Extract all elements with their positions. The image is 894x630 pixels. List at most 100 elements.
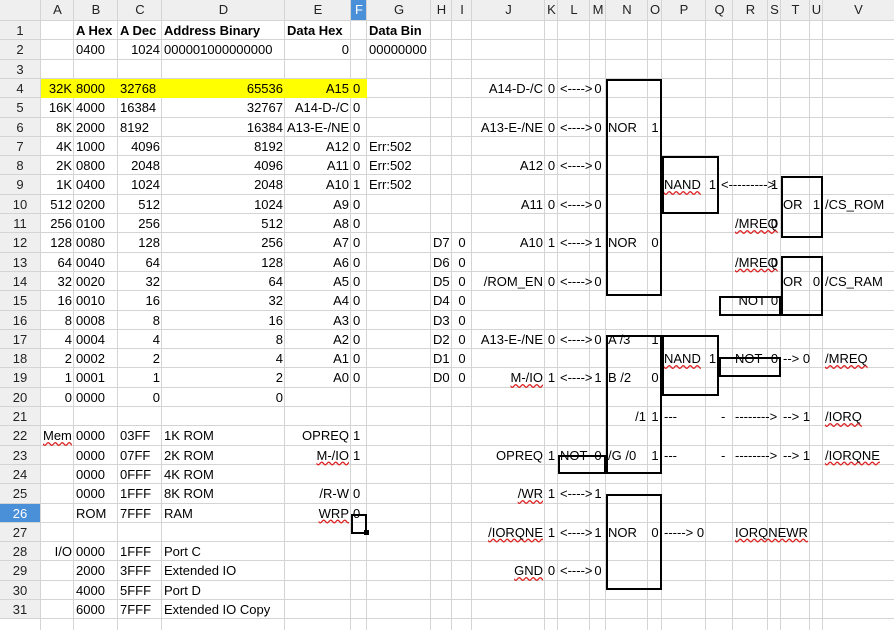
column-header-p[interactable]: P — [662, 0, 706, 20]
cell-e22[interactable]: OPREQ — [287, 426, 349, 445]
cell-p218[interactable]: 1 — [708, 349, 717, 368]
cell-c31[interactable]: 7FFF — [120, 600, 160, 619]
cell-t14[interactable]: OR — [783, 272, 808, 291]
row-header-23[interactable]: 23 — [0, 445, 40, 465]
cell-f13[interactable]: 0 — [353, 253, 365, 272]
cell-l25[interactable]: <----> — [560, 484, 593, 503]
cell-a28[interactable]: I/O — [43, 542, 72, 561]
cell-s13[interactable]: 0 — [770, 253, 779, 272]
cell-m4[interactable]: 0 — [592, 79, 604, 98]
cell-i13[interactable]: 0 — [454, 253, 470, 272]
cell-m6[interactable]: 0 — [592, 118, 604, 137]
cell-k14[interactable]: 0 — [547, 272, 556, 291]
cell-m8[interactable]: 0 — [592, 156, 604, 175]
cell-v14[interactable]: /CS_RAM — [825, 272, 892, 291]
cell-b25[interactable]: 0000 — [76, 484, 116, 503]
cell-f18[interactable]: 0 — [353, 349, 365, 368]
cell-f11[interactable]: 0 — [353, 214, 365, 233]
cell-f25[interactable]: 0 — [353, 484, 365, 503]
row-header-25[interactable]: 25 — [0, 484, 40, 504]
column-header-f[interactable]: F — [351, 0, 367, 20]
cell-a20[interactable]: 0 — [43, 388, 72, 407]
cell-m25[interactable]: 1 — [592, 484, 604, 503]
cell-b11[interactable]: 0100 — [76, 214, 116, 233]
row-header-10[interactable]: 10 — [0, 194, 40, 214]
cell-a18[interactable]: 2 — [43, 349, 72, 368]
cell-n21[interactable]: /1 — [608, 407, 646, 426]
cell-d17[interactable]: 8 — [164, 330, 283, 349]
cell-r15[interactable]: NOT — [735, 291, 766, 310]
cell-n19[interactable]: B /2 — [608, 368, 646, 387]
row-header-28[interactable]: 28 — [0, 542, 40, 562]
cell-j10[interactable]: A11 — [474, 195, 543, 214]
cell-b1[interactable]: A Hex — [76, 21, 116, 40]
cell-h15[interactable]: D4 — [433, 291, 450, 310]
cell-r18[interactable]: NOT — [735, 349, 766, 368]
cell-d2[interactable]: 000001000000000 — [164, 40, 283, 59]
cell-j19[interactable]: M-/IO — [474, 368, 544, 387]
cell-h13[interactable]: D6 — [433, 253, 450, 272]
cell-o19[interactable]: 0 — [650, 368, 660, 387]
column-header-i[interactable]: I — [452, 0, 472, 20]
cell-q21[interactable]: - — [721, 407, 731, 426]
cell-i19[interactable]: 0 — [454, 368, 470, 387]
cell-c28[interactable]: 1FFF — [120, 542, 160, 561]
row-header-15[interactable]: 15 — [0, 291, 40, 311]
row-header-21[interactable]: 21 — [0, 407, 40, 426]
cell-r13[interactable]: /MREQ — [735, 253, 778, 272]
cell-d11[interactable]: 512 — [164, 214, 283, 233]
cell-p18[interactable]: NAND — [664, 349, 704, 368]
cell-c30[interactable]: 5FFF — [120, 581, 160, 600]
column-header-a[interactable]: A — [41, 0, 74, 20]
cell-e11[interactable]: A8 — [287, 214, 349, 233]
row-header-2[interactable]: 2 — [0, 40, 40, 60]
cell-e26[interactable]: WRP — [287, 504, 349, 523]
cell-a19[interactable]: 1 — [43, 368, 72, 387]
cell-d25[interactable]: 8K ROM — [164, 484, 283, 503]
cell-r21[interactable]: --------> — [735, 407, 777, 426]
cell-p23[interactable]: --- — [664, 446, 704, 465]
cell-a16[interactable]: 8 — [43, 311, 72, 330]
row-header-29[interactable]: 29 — [0, 561, 40, 581]
cell-d24[interactable]: 4K ROM — [164, 465, 283, 484]
spreadsheet-grid[interactable]: ABCDEFGHIJKLMNOPQRSTUV 1 2 3 4 5 6 7 8 9 10 11 12 13… — [0, 0, 894, 630]
cell-a4[interactable]: 32K — [43, 79, 72, 98]
cell-b16[interactable]: 0008 — [76, 311, 116, 330]
cell-e15[interactable]: A4 — [287, 291, 349, 310]
cell-n17[interactable]: A /3 — [608, 330, 646, 349]
cell-b23[interactable]: 0000 — [76, 446, 116, 465]
cell-f12[interactable]: 0 — [353, 233, 365, 252]
cell-e12[interactable]: A7 — [287, 233, 349, 252]
cell-l17[interactable]: <----> — [560, 330, 593, 349]
cell-b24[interactable]: 0000 — [76, 465, 116, 484]
column-header-o[interactable]: O — [648, 0, 662, 20]
cell-l27[interactable]: <----> — [560, 523, 593, 542]
cell-k8[interactable]: 0 — [547, 156, 556, 175]
row-header-24[interactable]: 24 — [0, 464, 40, 484]
row-header-13[interactable]: 13 — [0, 252, 40, 272]
cell-c2[interactable]: 1024 — [120, 40, 160, 59]
cell-i12[interactable]: 0 — [454, 233, 470, 252]
row-header-11[interactable]: 11 — [0, 214, 40, 233]
cell-k6[interactable]: 0 — [547, 118, 556, 137]
cell-l6[interactable]: <----> — [560, 118, 593, 137]
row-header-1[interactable]: 1 — [0, 21, 40, 40]
cell-d14[interactable]: 64 — [164, 272, 283, 291]
cell-k12[interactable]: 1 — [547, 233, 556, 252]
cell-m27[interactable]: 1 — [592, 523, 604, 542]
cell-d16[interactable]: 16 — [164, 311, 283, 330]
cell-b13[interactable]: 0040 — [76, 253, 116, 272]
row-header-19[interactable]: 19 — [0, 368, 40, 388]
cell-a6[interactable]: 8K — [43, 118, 72, 137]
cell-d28[interactable]: Port C — [164, 542, 283, 561]
cell-d8[interactable]: 4096 — [164, 156, 283, 175]
cell-m10[interactable]: 0 — [592, 195, 604, 214]
cell-e8[interactable]: A11 — [287, 156, 349, 175]
cell-a9[interactable]: 1K — [43, 175, 72, 194]
cell-a14[interactable]: 32 — [43, 272, 72, 291]
column-header-h[interactable]: H — [431, 0, 452, 20]
row-header-6[interactable]: 6 — [0, 117, 40, 137]
cell-l12[interactable]: <----> — [560, 233, 593, 252]
cell-j27[interactable]: /IORQNE — [474, 523, 543, 542]
cell-p29[interactable]: 1 — [708, 175, 717, 194]
